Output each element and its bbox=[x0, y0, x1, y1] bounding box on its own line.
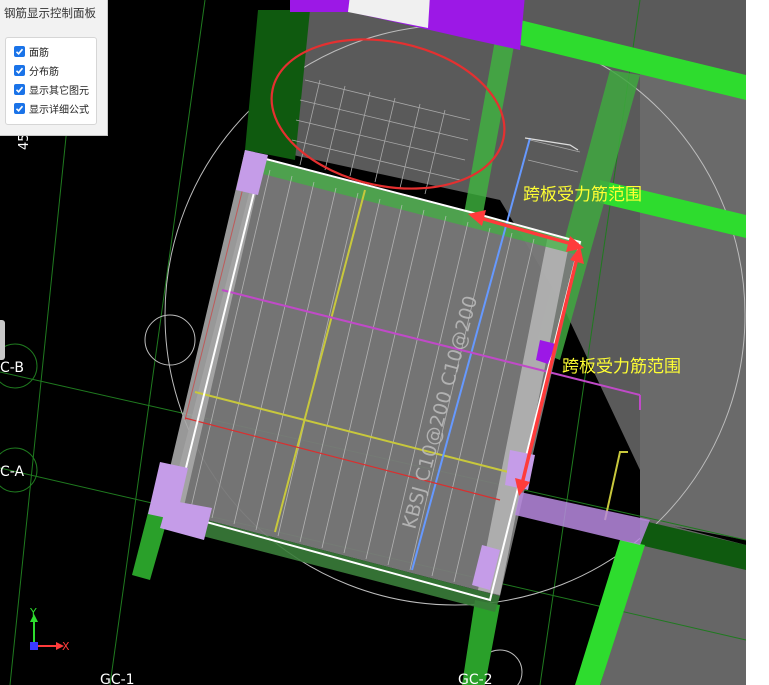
grid-bubble-left bbox=[144, 314, 196, 366]
checkbox-checked-icon[interactable] bbox=[14, 64, 25, 76]
option-distribution-rebar[interactable]: 分布筋 bbox=[14, 62, 59, 78]
option-label: 显示详细公式 bbox=[29, 104, 89, 116]
option-show-other-elements[interactable]: 显示其它图元 bbox=[14, 81, 89, 97]
drawing-canvas: KBSJ C10@200 C10@200 跨板受力筋范围 跨板受力筋范围 C-B… bbox=[0, 0, 746, 685]
slab-right bbox=[640, 70, 746, 540]
axis-indicator bbox=[30, 614, 64, 650]
option-label: 面筋 bbox=[29, 47, 49, 59]
cad-viewport[interactable]: KBSJ C10@200 C10@200 跨板受力筋范围 跨板受力筋范围 C-B… bbox=[0, 0, 746, 685]
grid-label-ca: C-A bbox=[0, 464, 25, 480]
span-range-label-right: 跨板受力筋范围 bbox=[562, 357, 681, 377]
axis-y-label: Y bbox=[29, 606, 37, 619]
option-label: 分布筋 bbox=[29, 66, 59, 78]
side-collapse-tab[interactable] bbox=[0, 320, 5, 360]
option-show-detailed-formula[interactable]: 显示详细公式 bbox=[14, 100, 89, 116]
checkbox-checked-icon[interactable] bbox=[14, 45, 25, 57]
span-range-label-top: 跨板受力筋范围 bbox=[523, 185, 642, 205]
grid-label-gc2: GC-2 bbox=[458, 672, 493, 685]
checkbox-checked-icon[interactable] bbox=[14, 102, 25, 114]
option-top-rebar[interactable]: 面筋 bbox=[14, 43, 49, 59]
grid-label-gc1: GC-1 bbox=[100, 672, 135, 685]
rebar-display-panel: 钢筋显示控制面板 面筋 分布筋 显示其它图元 显示详细公式 bbox=[0, 0, 108, 136]
panel-options-box: 面筋 分布筋 显示其它图元 显示详细公式 bbox=[5, 37, 97, 125]
axis-x-label: X bbox=[62, 640, 70, 653]
checkbox-checked-icon[interactable] bbox=[14, 83, 25, 95]
beam-purple-lower bbox=[515, 492, 650, 545]
panel-title: 钢筋显示控制面板 bbox=[4, 6, 96, 20]
grid-label-cb: C-B bbox=[0, 360, 24, 376]
option-label: 显示其它图元 bbox=[29, 85, 89, 97]
rebar-yellow-right bbox=[604, 451, 628, 521]
